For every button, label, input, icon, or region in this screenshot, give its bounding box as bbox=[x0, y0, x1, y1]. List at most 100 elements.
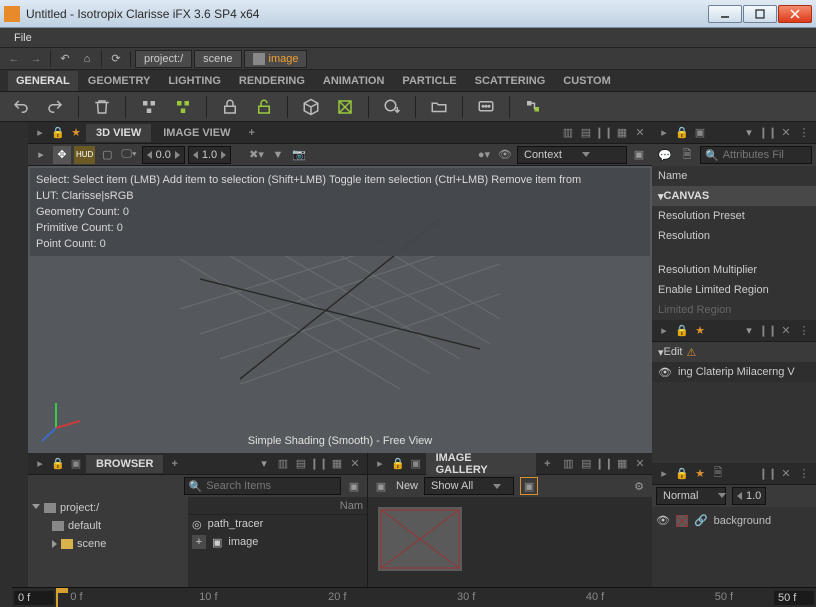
timeline-end[interactable]: 50 f bbox=[774, 591, 814, 605]
blend-mode-dropdown[interactable]: Normal bbox=[656, 487, 726, 505]
panel-star-icon[interactable]: ★ bbox=[68, 125, 84, 141]
gallery-thumbnail[interactable] bbox=[378, 507, 462, 571]
expand-icon[interactable]: + bbox=[192, 535, 206, 549]
tab-custom[interactable]: CUSTOM bbox=[555, 71, 618, 91]
menu-file[interactable]: File bbox=[6, 30, 40, 46]
attr-list[interactable]: Name ▾ CANVAS Resolution Preset Resoluti… bbox=[652, 166, 816, 320]
browser-menu-icon[interactable]: ▾ bbox=[255, 455, 273, 473]
browser-close-icon[interactable]: ✕ bbox=[347, 456, 363, 472]
panel-close-icon[interactable]: ✕ bbox=[632, 125, 648, 141]
layout-split-v-icon[interactable]: ▤ bbox=[578, 125, 594, 141]
ungroup-icon[interactable] bbox=[170, 94, 196, 120]
gallery-thumb-icon[interactable]: ▣ bbox=[520, 477, 538, 495]
viewport-3d[interactable]: Select: Select item (LMB) Add item to se… bbox=[28, 166, 652, 453]
hud-icon[interactable]: HUD bbox=[74, 146, 95, 164]
attr-more-icon[interactable]: ⋮ bbox=[796, 125, 812, 141]
layers-more-icon[interactable]: ⋮ bbox=[796, 465, 812, 481]
folder-open-icon[interactable] bbox=[426, 94, 452, 120]
gallery-close-icon[interactable]: ✕ bbox=[632, 456, 648, 472]
comment-icon[interactable] bbox=[473, 94, 499, 120]
gallery-snap-icon[interactable]: ▣ bbox=[372, 477, 390, 495]
nav-up-folder-icon[interactable]: ⌂ bbox=[77, 50, 97, 68]
layer-link-icon[interactable]: 🔗 bbox=[694, 514, 708, 527]
mid-chevron-icon[interactable]: ▸ bbox=[656, 323, 672, 339]
gallery-grid-icon[interactable]: ▦ bbox=[614, 456, 630, 472]
tab-3d-view[interactable]: 3D VIEW bbox=[86, 124, 151, 142]
gallery-split-v-icon[interactable]: ▤ bbox=[578, 456, 594, 472]
attr-close-icon[interactable]: ✕ bbox=[778, 125, 794, 141]
browser-search[interactable]: 🔍 Search Items bbox=[184, 477, 342, 495]
gallery-chevron-icon[interactable]: ▸ bbox=[372, 456, 388, 472]
gallery-lock-icon[interactable]: 🔒 bbox=[390, 456, 406, 472]
attr-chevron-icon[interactable]: ▸ bbox=[656, 125, 672, 141]
camera-icon[interactable]: 📷 bbox=[290, 146, 308, 164]
layout-grid-icon[interactable]: ▦ bbox=[614, 125, 630, 141]
mid-more-icon[interactable]: ⋮ bbox=[796, 323, 812, 339]
nav-back-icon[interactable]: ← bbox=[4, 50, 24, 68]
tab-lighting[interactable]: LIGHTING bbox=[160, 71, 229, 91]
trash-icon[interactable] bbox=[89, 94, 115, 120]
path-image[interactable]: image bbox=[244, 50, 308, 68]
browser-tree[interactable]: project:/ default scene bbox=[28, 497, 188, 595]
attr-resolution[interactable]: Resolution bbox=[652, 226, 816, 246]
globe-download-icon[interactable] bbox=[379, 94, 405, 120]
close-button[interactable] bbox=[778, 5, 812, 23]
panel-lock-icon[interactable]: 🔒 bbox=[50, 125, 66, 141]
layout-split-h-icon[interactable]: ▥ bbox=[560, 125, 576, 141]
opacity-spin[interactable]: 1.0 bbox=[732, 487, 766, 505]
mid-pause-icon[interactable]: ❙❙ bbox=[760, 323, 776, 339]
attr-star-icon[interactable]: ▣ bbox=[692, 125, 708, 141]
layers-star-icon[interactable]: ★ bbox=[692, 465, 708, 481]
layers-doc-icon[interactable]: 🗎 bbox=[710, 465, 726, 481]
browser-list[interactable]: Nam ◎path_tracer +▣image bbox=[188, 497, 367, 595]
maximize-button[interactable] bbox=[743, 5, 777, 23]
tab-rendering[interactable]: RENDERING bbox=[231, 71, 313, 91]
timeline-marker[interactable] bbox=[56, 588, 58, 607]
layers-chevron-icon[interactable]: ▸ bbox=[656, 465, 672, 481]
timeline[interactable]: 0 f 0 f 10 f 20 f 30 f 40 f 50 f 50 f bbox=[12, 587, 816, 607]
tab-geometry[interactable]: GEOMETRY bbox=[80, 71, 159, 91]
browser-star-icon[interactable]: ▣ bbox=[68, 456, 84, 472]
gallery-body[interactable] bbox=[368, 497, 652, 595]
gallery-tab-add[interactable]: + bbox=[538, 455, 556, 473]
target-icon[interactable]: ▣ bbox=[630, 146, 648, 164]
tab-add[interactable]: + bbox=[242, 124, 260, 142]
attr-search[interactable]: 🔍 Attributes Fil bbox=[700, 146, 812, 164]
browser-lock-icon[interactable]: 🔒 bbox=[50, 456, 66, 472]
gallery-gear-icon[interactable]: ⚙ bbox=[630, 477, 648, 495]
tab-animation[interactable]: ANIMATION bbox=[315, 71, 393, 91]
mid-close-icon[interactable]: ✕ bbox=[778, 323, 794, 339]
attr-bubble-icon[interactable]: 💬 bbox=[656, 146, 674, 164]
gamma-spin[interactable]: 1.0 bbox=[188, 146, 231, 164]
eye-icon[interactable]: 👁 bbox=[496, 146, 514, 164]
tab-scattering[interactable]: SCATTERING bbox=[467, 71, 554, 91]
tab-image-view[interactable]: IMAGE VIEW bbox=[153, 124, 240, 142]
layer-eye-icon[interactable]: 👁 bbox=[656, 514, 670, 527]
nav-forward-icon[interactable]: → bbox=[26, 50, 46, 68]
path-project[interactable]: project:/ bbox=[135, 50, 192, 68]
layers-body[interactable]: 👁 🔗 background bbox=[652, 507, 816, 596]
view-monitor-icon[interactable]: 🖵▾ bbox=[119, 146, 138, 164]
view-chevron-icon[interactable]: ▸ bbox=[32, 146, 50, 164]
gallery-new[interactable]: New bbox=[396, 480, 418, 492]
redo-icon[interactable] bbox=[42, 94, 68, 120]
attr-menu-icon[interactable]: ▾ bbox=[740, 124, 758, 142]
filter-icon[interactable]: ▼ bbox=[269, 146, 287, 164]
attr-enable-limited-region[interactable]: Enable Limited Region bbox=[652, 280, 816, 300]
undo-icon[interactable] bbox=[8, 94, 34, 120]
context-dropdown[interactable]: Context bbox=[517, 146, 627, 164]
layers-close-icon[interactable]: ✕ bbox=[778, 465, 794, 481]
cube-icon[interactable] bbox=[298, 94, 324, 120]
browser-tab-add[interactable]: + bbox=[165, 455, 183, 473]
browser-grid-icon[interactable]: ▦ bbox=[329, 456, 345, 472]
lock-icon[interactable] bbox=[217, 94, 243, 120]
browser-pause-icon[interactable]: ❙❙ bbox=[311, 456, 327, 472]
browser-settings-icon[interactable]: ▣ bbox=[345, 477, 363, 495]
unlock-icon[interactable] bbox=[251, 94, 277, 120]
exposure-spin[interactable]: 0.0 bbox=[142, 146, 185, 164]
nav-up-icon[interactable]: ↶ bbox=[55, 50, 75, 68]
timeline-ruler[interactable]: 0 f 10 f 20 f 30 f 40 f 50 f bbox=[56, 588, 772, 607]
attr-resolution-preset[interactable]: Resolution Preset bbox=[652, 206, 816, 226]
dot-icon[interactable]: ●▾ bbox=[475, 146, 493, 164]
gallery-split-h-icon[interactable]: ▥ bbox=[561, 456, 577, 472]
